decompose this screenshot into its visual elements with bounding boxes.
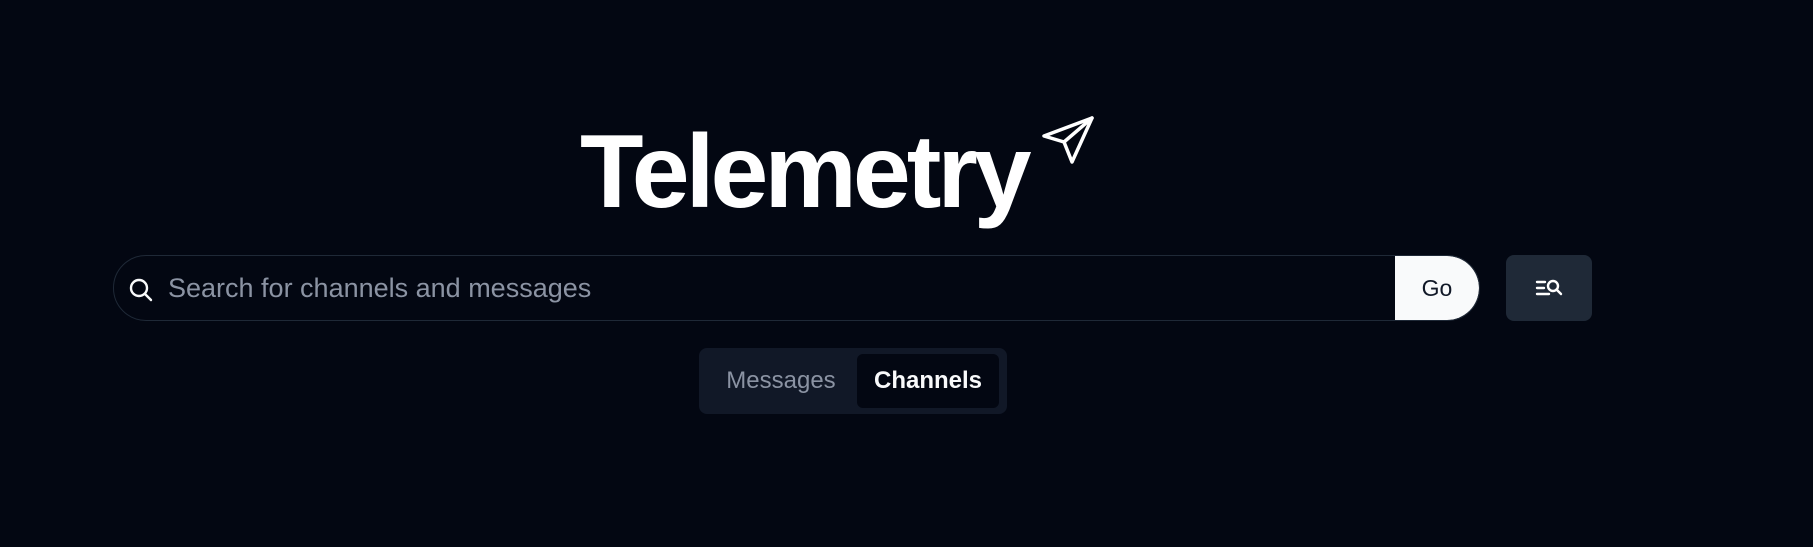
search-bar: Go [113, 255, 1480, 321]
tab-messages[interactable]: Messages [705, 354, 857, 408]
advanced-search-button[interactable] [1506, 255, 1592, 321]
tab-channels[interactable]: Channels [857, 354, 999, 408]
page-title: Telemetry [580, 114, 1032, 230]
go-button[interactable]: Go [1395, 256, 1479, 320]
advanced-search-icon [1533, 272, 1565, 304]
search-type-tabs: Messages Channels [699, 348, 1007, 414]
app-logo: Telemetry [580, 108, 1096, 228]
search-icon [128, 277, 154, 303]
search-box: Go [113, 255, 1480, 321]
search-input[interactable] [168, 256, 1388, 320]
paper-plane-icon [1040, 112, 1096, 168]
